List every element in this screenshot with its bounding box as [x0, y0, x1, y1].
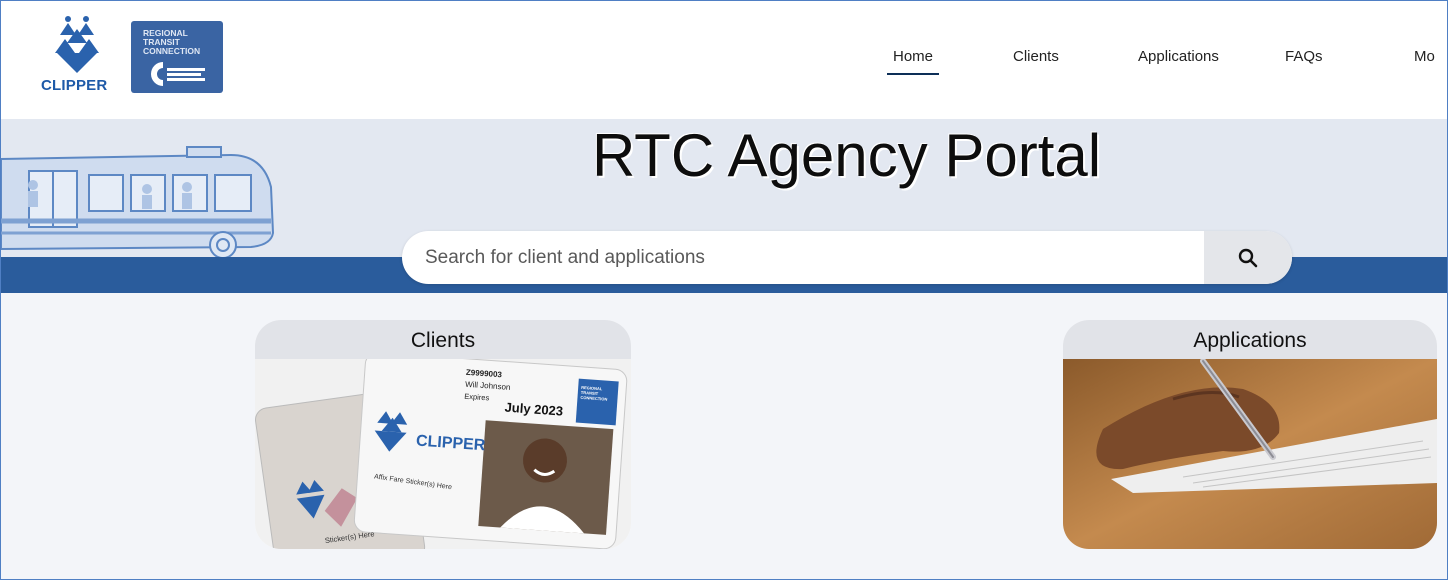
nav-applications[interactable]: Applications — [1138, 48, 1219, 68]
signing-document-image — [1063, 359, 1437, 549]
clipper-card-image: Z9999003 Will Johnson Expires July 2023 … — [255, 359, 631, 549]
applications-tile[interactable]: Applications — [1063, 320, 1437, 549]
clipper-people-icon — [55, 16, 99, 73]
nav-clients[interactable]: Clients — [1013, 48, 1059, 68]
nav-home[interactable]: Home — [893, 48, 933, 68]
site-header: CLIPPER REGIONAL TRANSIT CONNECTION Home… — [1, 1, 1447, 119]
applications-tile-title: Applications — [1063, 320, 1437, 359]
rtc-logo[interactable]: REGIONAL TRANSIT CONNECTION — [131, 21, 223, 93]
nav-faqs[interactable]: FAQs — [1285, 48, 1323, 68]
rtc-logo-line: CONNECTION — [143, 46, 201, 56]
nav-more[interactable]: Mo — [1414, 48, 1435, 68]
nav-active-underline — [887, 73, 939, 75]
search-button[interactable] — [1204, 231, 1292, 284]
search-input[interactable] — [402, 231, 1204, 284]
clients-tile-title: Clients — [255, 320, 631, 359]
page-title: RTC Agency Portal — [591, 122, 1102, 189]
rtc-c-icon — [151, 62, 205, 86]
card-expires-label: Expires — [464, 392, 490, 403]
search-icon — [1238, 248, 1258, 267]
search-bar — [402, 231, 1292, 284]
page-frame: CLIPPER REGIONAL TRANSIT CONNECTION Home… — [0, 0, 1448, 580]
clipper-logo-text: CLIPPER — [41, 77, 108, 94]
clipper-logo[interactable]: CLIPPER — [37, 15, 121, 97]
clients-tile[interactable]: Clients Z9999003 Will Johnson Expires Ju… — [255, 320, 631, 549]
